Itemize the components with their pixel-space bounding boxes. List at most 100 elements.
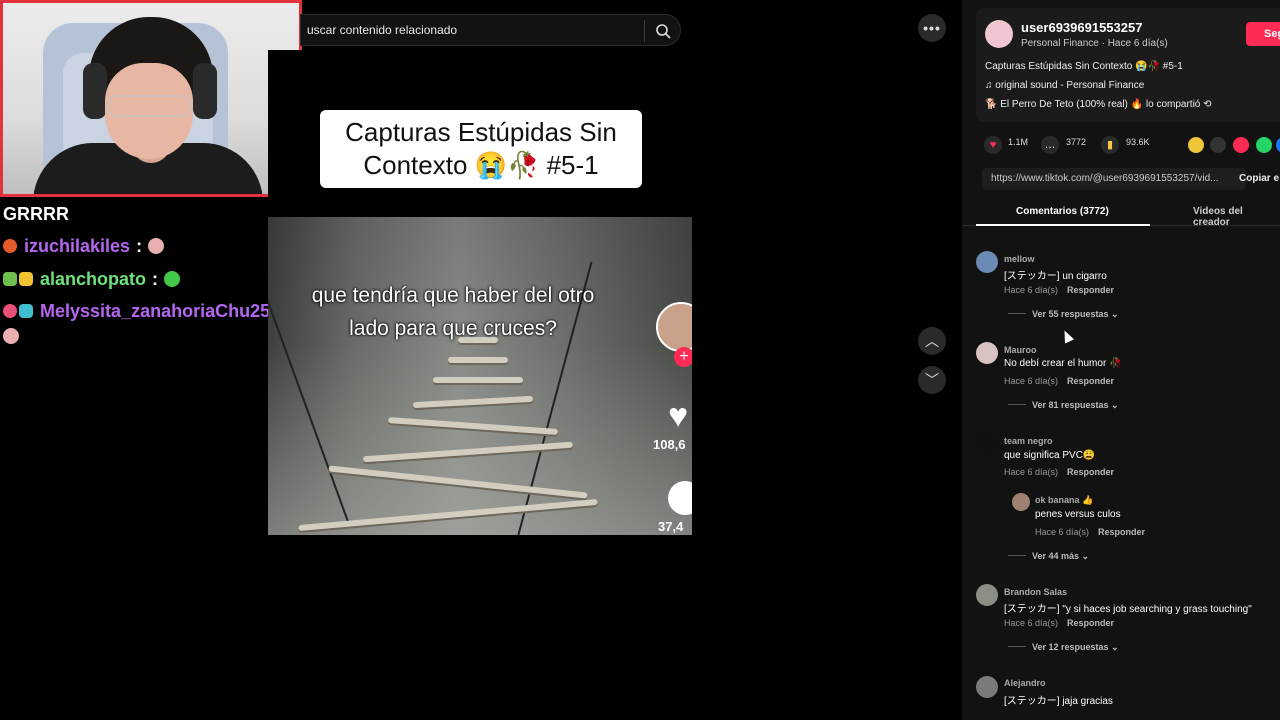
headset-right xyxy=(193,63,217,119)
coin-icon[interactable] xyxy=(1188,137,1204,153)
search-icon[interactable] xyxy=(655,23,671,39)
comment-time: Hace 6 día(s) xyxy=(1004,618,1059,628)
reply-button[interactable]: Responder xyxy=(1067,467,1114,477)
chat-user: izuchilakiles xyxy=(24,236,131,256)
heart-icon[interactable]: ♥ xyxy=(984,136,1002,154)
search-bar[interactable]: uscar contenido relacionado xyxy=(300,14,681,46)
avatar[interactable] xyxy=(1012,493,1030,511)
search-divider xyxy=(644,20,645,42)
comment-user[interactable]: team negro xyxy=(1004,436,1053,446)
webcam-feed xyxy=(0,0,302,197)
badge-icon xyxy=(19,304,33,318)
avatar[interactable] xyxy=(976,433,998,455)
chat-user: alanchopato xyxy=(40,269,147,289)
chat-colon: : xyxy=(152,269,159,289)
avatar[interactable] xyxy=(976,342,998,364)
comment-user[interactable]: mellow xyxy=(1004,254,1035,264)
search-input[interactable]: uscar contenido relacionado xyxy=(307,23,457,37)
comments-count: 3772 xyxy=(1066,137,1087,147)
glasses xyxy=(107,95,191,117)
send-icon[interactable] xyxy=(1233,137,1249,153)
comment-icon[interactable]: … xyxy=(1041,136,1059,154)
bridge-plank xyxy=(412,395,534,409)
avatar[interactable] xyxy=(976,584,998,606)
creator-subtitle: Personal Finance · Hace 6 día(s) xyxy=(1021,38,1168,49)
tab-active-indicator xyxy=(976,224,1150,226)
comment-text: [ステッカー] un cigarro xyxy=(1004,271,1107,282)
view-replies-button[interactable]: Ver 12 respuestas ⌄ xyxy=(1008,642,1119,653)
bridge-plank xyxy=(298,498,598,532)
bridge-plank xyxy=(433,377,523,383)
comment-text: penes versus culos xyxy=(1035,509,1121,520)
caption-line: lado para que cruces? xyxy=(349,317,557,340)
chevron-up-icon[interactable]: ︿ xyxy=(918,327,946,355)
comment-text: [ステッカー] jaja gracias xyxy=(1004,696,1113,707)
comment-icon[interactable] xyxy=(668,481,692,515)
comment-time: Hace 6 día(s) xyxy=(1004,467,1059,477)
comment-user[interactable]: Mauroo xyxy=(1004,345,1037,355)
chevron-down-icon[interactable]: ﹀ xyxy=(918,366,946,394)
embed-icon[interactable] xyxy=(1210,137,1226,153)
comment-text: que significa PVC😩 xyxy=(1004,450,1096,461)
badge-icon xyxy=(3,272,17,286)
avatar[interactable] xyxy=(976,251,998,273)
avatar[interactable] xyxy=(985,20,1013,48)
reply-button[interactable]: Responder xyxy=(1067,618,1114,628)
likes-count: 1.1M xyxy=(1008,137,1029,147)
comment-time: Hace 6 día(s) xyxy=(1004,376,1059,386)
emote-icon xyxy=(148,238,165,254)
details-panel: user6939691553257 Personal Finance · Hac… xyxy=(962,0,1280,720)
sound-link[interactable]: ♫ original sound - Personal Finance xyxy=(985,80,1144,91)
facebook-icon[interactable] xyxy=(1276,137,1280,153)
bridge-plank xyxy=(328,465,588,499)
view-replies-button[interactable]: Ver 55 respuestas ⌄ xyxy=(1008,309,1119,320)
crown-icon xyxy=(19,272,33,286)
reply-button[interactable]: Responder xyxy=(1067,376,1114,386)
avatar[interactable] xyxy=(976,676,998,698)
comment-text: No debí crear el humor 🥀 xyxy=(1004,358,1122,369)
more-options-icon[interactable]: ••• xyxy=(918,14,946,42)
headset-left xyxy=(83,63,107,119)
whatsapp-icon[interactable] xyxy=(1256,137,1272,153)
chat-message: GRRRR xyxy=(3,204,69,225)
comment-user[interactable]: ok banana 👍 xyxy=(1035,495,1093,506)
bookmark-icon[interactable]: ▮ xyxy=(1101,136,1119,154)
emote-icon xyxy=(3,328,19,344)
video-url-field[interactable]: https://www.tiktok.com/@user693969155325… xyxy=(982,168,1246,190)
chat-message: alanchopato: xyxy=(3,269,181,290)
caption-line: que tendría que haber del otro xyxy=(311,284,595,307)
chat-user: GRRRR xyxy=(3,204,69,224)
bridge-plank xyxy=(387,417,559,435)
creator-name[interactable]: user6939691553257 xyxy=(1021,20,1142,35)
chat-colon: : xyxy=(136,236,143,256)
chat-message: Melyssita_zanahoriaChu25: xyxy=(3,301,288,322)
creator-avatar-overlay[interactable] xyxy=(656,302,692,352)
badge-icon xyxy=(3,239,17,253)
follow-plus-icon[interactable]: + xyxy=(674,347,692,367)
like-count: 108,6 xyxy=(653,437,686,452)
bridge-plank xyxy=(448,357,508,363)
reply-button[interactable]: Responder xyxy=(1067,285,1114,295)
comment-time: Hace 6 día(s) xyxy=(1004,285,1059,295)
video-title-line: Contexto 😭🥀 #5-1 xyxy=(363,150,599,180)
comment-user[interactable]: Alejandro xyxy=(1004,678,1046,688)
video-player[interactable]: Capturas Estúpidas Sin Contexto 😭🥀 #5-1 … xyxy=(268,50,692,720)
reply-button[interactable]: Responder xyxy=(1098,527,1145,537)
comment-time: Hace 6 día(s) xyxy=(1035,527,1090,537)
video-description: Capturas Estúpidas Sin Contexto 😭🥀 #5-1 xyxy=(985,61,1183,72)
copy-link-button[interactable]: Copiar e xyxy=(1239,173,1279,184)
comment-user[interactable]: Brandon Salas xyxy=(1004,587,1067,597)
view-replies-button[interactable]: Ver 81 respuestas ⌄ xyxy=(1008,400,1119,411)
video-info-card: user6939691553257 Personal Finance · Hac… xyxy=(976,8,1280,122)
shared-by[interactable]: 🐕 El Perro De Teto (100% real) 🔥 lo comp… xyxy=(985,99,1212,110)
emote-icon xyxy=(164,271,181,287)
video-frame: que tendría que haber del otro lado para… xyxy=(268,217,692,535)
tab-comments[interactable]: Comentarios (3772) xyxy=(1016,206,1109,217)
heart-icon[interactable]: ♥ xyxy=(668,397,688,436)
chat-message-emote xyxy=(3,326,19,347)
video-caption: que tendría que haber del otro lado para… xyxy=(308,279,598,345)
follow-button[interactable]: Seg xyxy=(1246,22,1280,46)
video-title-line: Capturas Estúpidas Sin xyxy=(345,117,617,147)
view-more-button[interactable]: Ver 44 más ⌄ xyxy=(1008,551,1089,562)
chat-message: izuchilakiles: xyxy=(3,236,165,257)
